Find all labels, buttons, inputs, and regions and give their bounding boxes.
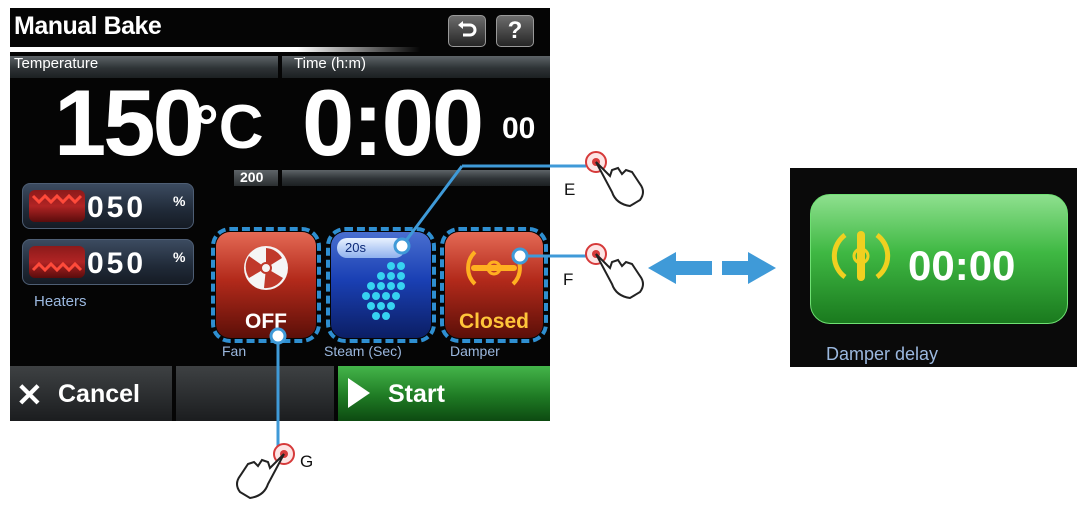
temperature-value[interactable]: 150 [54, 76, 205, 170]
back-arrow-icon [458, 21, 477, 37]
title-underline [10, 47, 420, 52]
steam-time: 20s [337, 238, 405, 258]
damper-state: Closed [458, 310, 529, 333]
time-seconds: 00 [502, 112, 536, 145]
close-icon: ✕ [16, 377, 43, 413]
damper-label: Damper [450, 343, 500, 359]
damper-valve-icon [831, 231, 891, 281]
arrow-left-icon [648, 252, 676, 284]
tap-hand-icon-g [236, 443, 295, 500]
temperature-setpoint: 200 [240, 169, 264, 185]
fan-icon [244, 246, 288, 290]
callout-e-label: E [564, 180, 576, 199]
bottom-heater-icon [29, 246, 85, 278]
bottom-heater-control[interactable]: 050 % [22, 239, 194, 285]
page-title: Manual Bake [14, 12, 162, 40]
damper-delay-panel: 00:00 Damper delay [790, 168, 1077, 367]
tap-hand-icon-e [585, 151, 644, 208]
damper-delay-label: Damper delay [826, 344, 939, 364]
damper-valve-icon [466, 250, 522, 286]
top-heater-control[interactable]: 050 % [22, 183, 194, 229]
tap-hand-icon-f [585, 243, 644, 300]
fan-tile[interactable]: OFF [211, 227, 321, 343]
heaters-label: Heaters [34, 293, 87, 310]
steam-tile[interactable]: 20s [326, 227, 436, 343]
help-button[interactable]: ? [496, 15, 534, 47]
damper-delay-value: 00:00 [908, 242, 1016, 289]
back-button[interactable] [448, 15, 486, 47]
top-heater-icon [29, 190, 85, 222]
time-value[interactable]: 0:00 [302, 76, 484, 170]
arrow-shaft [722, 261, 748, 275]
oven-screen: Manual Bake ? Temperature Time (h:m) 150… [10, 8, 550, 421]
damper-tile[interactable]: Closed [440, 227, 548, 343]
callout-f-label: F [563, 270, 574, 289]
bottom-heater-value: 050 [87, 247, 147, 280]
fan-state: OFF [245, 310, 287, 333]
empty-button-slot [176, 366, 334, 421]
top-heater-unit: % [173, 193, 186, 209]
steam-label: Steam (Sec) [324, 343, 402, 359]
arrow-right-icon [748, 252, 776, 284]
time-lower-bar [282, 170, 550, 186]
cancel-button[interactable]: ✕ Cancel [10, 366, 172, 421]
steam-drops-icon [362, 262, 405, 320]
fan-label: Fan [222, 343, 247, 359]
play-icon [348, 378, 370, 408]
arrow-shaft [676, 261, 712, 275]
bottom-heater-unit: % [173, 249, 186, 265]
top-heater-value: 050 [87, 191, 147, 224]
start-label: Start [388, 380, 445, 408]
temperature-unit: °C [194, 93, 264, 162]
cancel-label: Cancel [58, 380, 140, 408]
start-button[interactable]: Start [338, 366, 550, 421]
